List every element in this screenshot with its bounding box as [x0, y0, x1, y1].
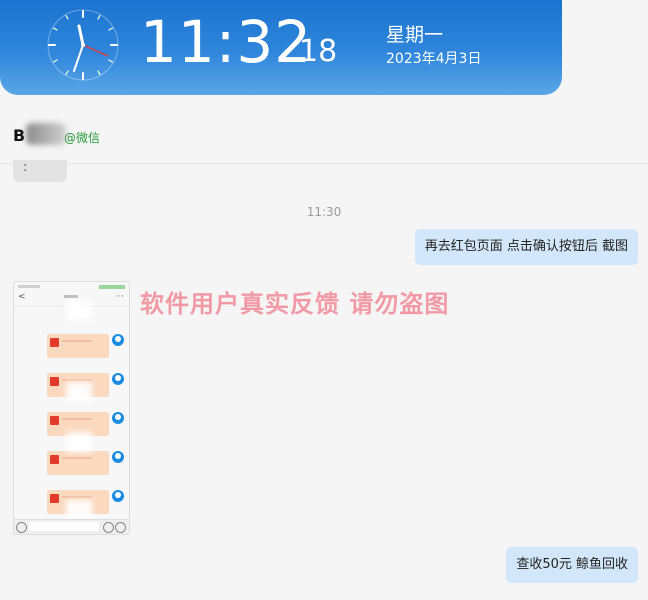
chat-header: B @微信: [0, 96, 648, 164]
more-icon: ···: [115, 292, 124, 302]
redaction-smudge: [66, 300, 92, 320]
redaction-smudge: [66, 382, 92, 402]
back-icon: <: [18, 292, 26, 302]
thumb-status-bar: [14, 282, 129, 292]
red-packet-card: [47, 334, 109, 358]
screenshot-image-message[interactable]: < ···: [13, 281, 130, 535]
message-timestamp: 11:30: [306, 205, 342, 219]
message-bubble-sent[interactable]: 再去红包页面 点击确认按钮后 截图: [414, 229, 638, 265]
voice-icon: [16, 522, 27, 533]
avatar-icon: [112, 334, 124, 346]
battery-icon: [99, 285, 125, 289]
red-envelope-icon: [50, 416, 59, 425]
plus-icon: [115, 522, 126, 533]
weekday-label: 星期一: [386, 24, 444, 46]
red-envelope-icon: [50, 455, 59, 464]
message-bubble-sent[interactable]: 查收50元 鲸鱼回收: [506, 547, 638, 583]
clock-banner: 11:32 18 星期一 2023年4月3日: [0, 0, 562, 95]
avatar-icon: [112, 373, 124, 385]
red-envelope-icon: [50, 338, 59, 347]
watermark-text: 软件用户真实反馈 请勿盗图: [140, 290, 450, 318]
name-redaction-blur: [26, 123, 66, 145]
date-label: 2023年4月3日: [386, 51, 482, 67]
redaction-smudge: [66, 500, 92, 520]
previous-message-text: :: [23, 160, 28, 175]
thumb-input-bar: [14, 519, 129, 534]
emoji-icon: [103, 522, 114, 533]
wechat-tag: @微信: [64, 131, 101, 145]
redaction-smudge: [66, 432, 92, 452]
red-packet-card: [47, 451, 109, 475]
contact-name[interactable]: B: [13, 126, 25, 145]
red-envelope-icon: [50, 494, 59, 503]
avatar-icon: [112, 412, 124, 424]
digital-seconds: 18: [299, 34, 338, 69]
red-envelope-icon: [50, 377, 59, 386]
analog-clock-icon: [47, 9, 119, 81]
avatar-icon: [112, 451, 124, 463]
digital-time: 11:32: [140, 8, 313, 76]
avatar-icon: [112, 490, 124, 502]
previous-message-bubble[interactable]: :: [13, 160, 67, 182]
